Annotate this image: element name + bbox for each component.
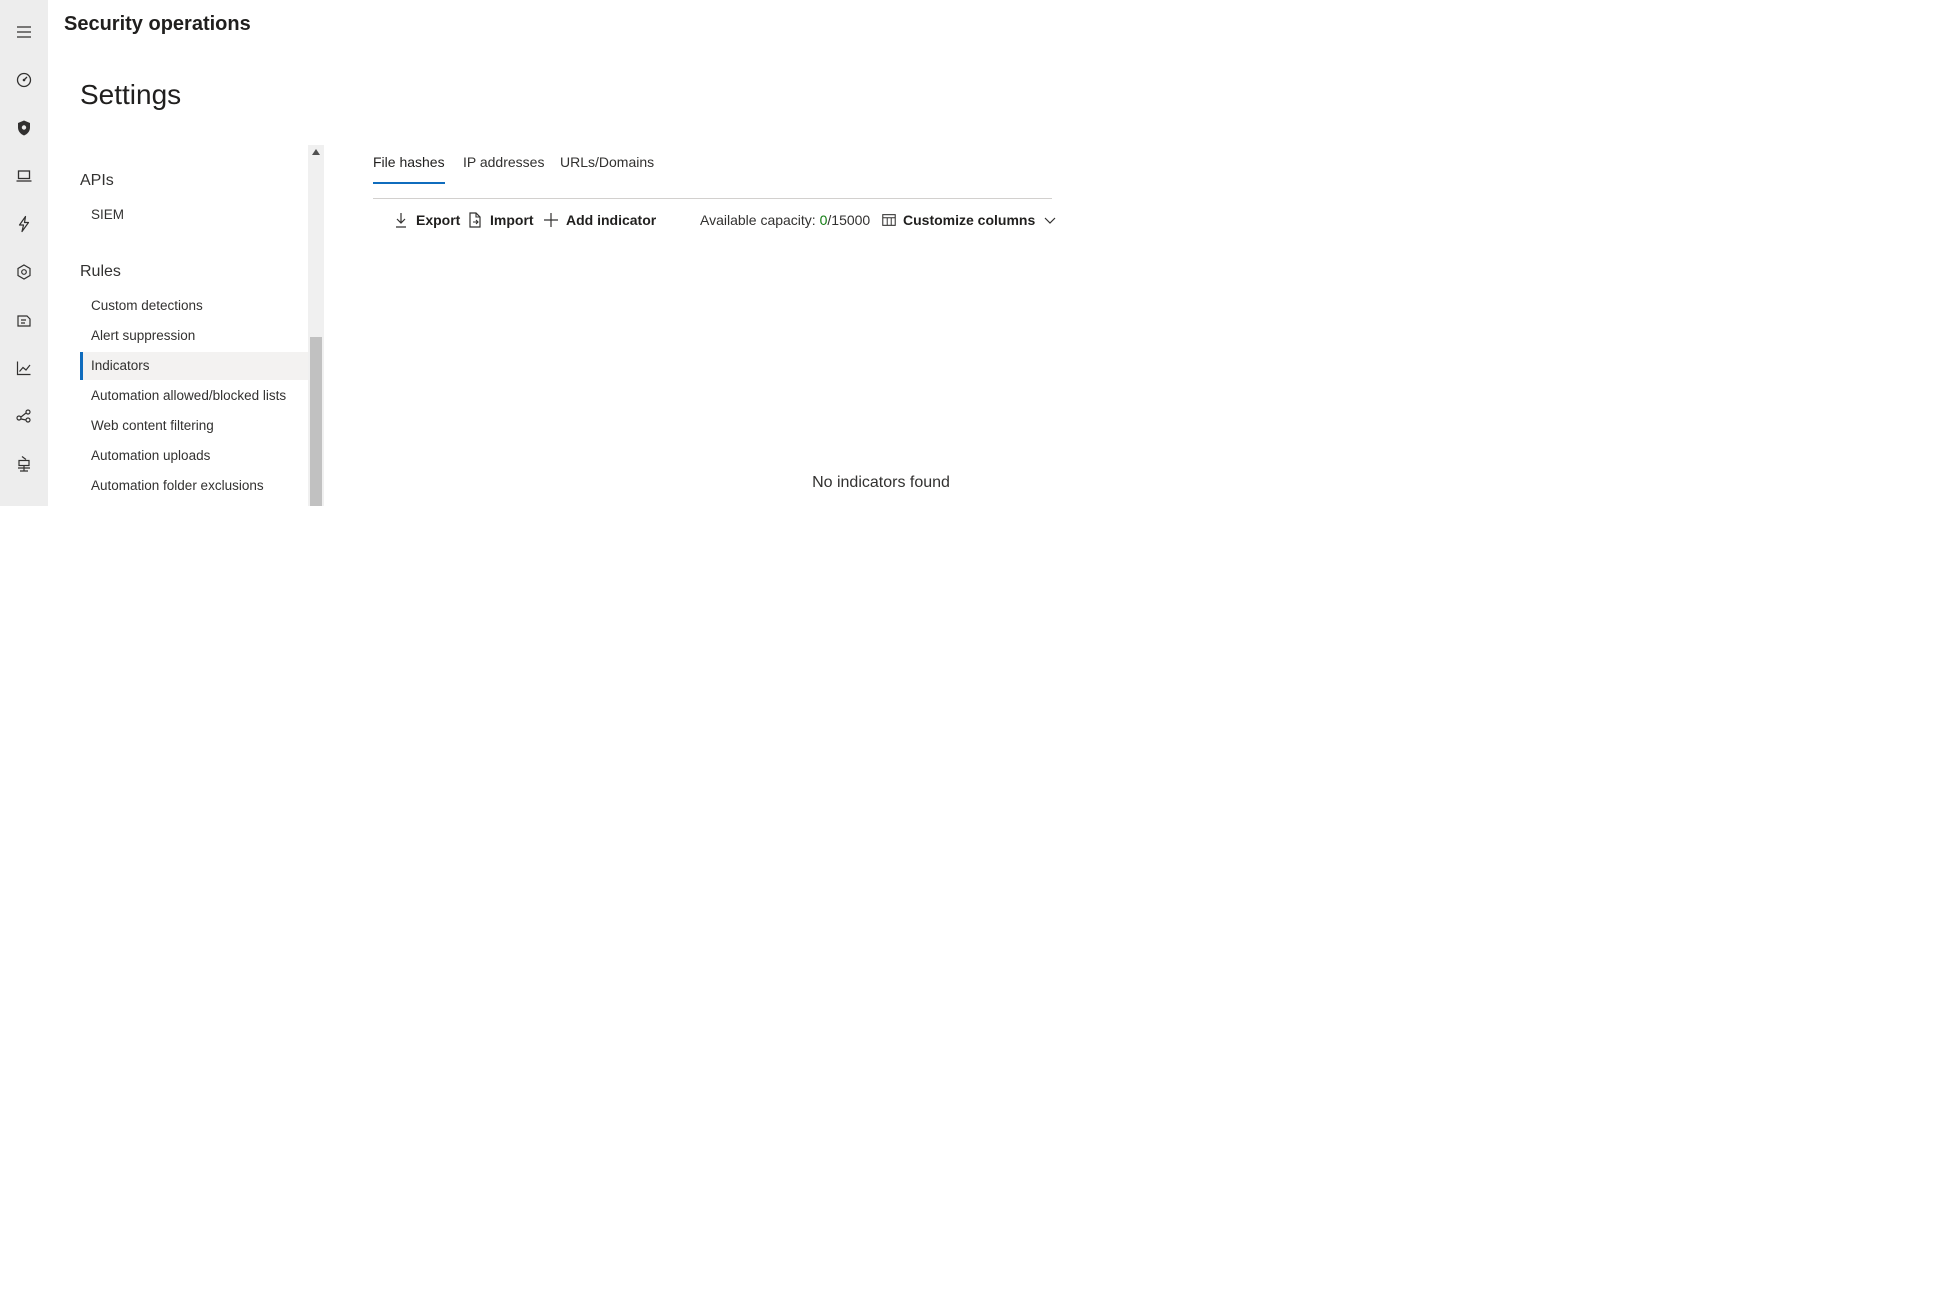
capacity-total: /15000: [827, 212, 871, 228]
nav-item-automation-uploads[interactable]: Automation uploads: [80, 442, 308, 470]
import-button[interactable]: Import: [466, 208, 534, 232]
nav-group-rules-title: Rules: [80, 263, 121, 280]
nav-item-web-content-filtering[interactable]: Web content filtering: [80, 412, 308, 440]
share-icon[interactable]: [8, 400, 40, 432]
tab-file-hashes[interactable]: File hashes: [373, 150, 445, 184]
nav-group-apis-title: APIs: [80, 172, 114, 189]
nav-item-custom-detections[interactable]: Custom detections: [80, 292, 308, 320]
bolt-icon[interactable]: [8, 208, 40, 240]
dashboard-icon[interactable]: [8, 64, 40, 96]
package-icon[interactable]: [8, 304, 40, 336]
page-title: Settings: [80, 79, 182, 110]
empty-state-message: No indicators found: [812, 474, 950, 491]
shield-icon[interactable]: [8, 112, 40, 144]
menu-icon[interactable]: [8, 16, 40, 48]
nav-item-automation-folder-exclusions[interactable]: Automation folder exclusions: [80, 472, 308, 500]
chart-icon[interactable]: [8, 352, 40, 384]
settings-nav-scrollbar[interactable]: [308, 145, 324, 506]
export-button[interactable]: Export: [392, 208, 460, 232]
capacity-label: Available capacity:: [700, 212, 816, 228]
export-label: Export: [416, 212, 461, 228]
tab-ip-addresses[interactable]: IP addresses: [463, 150, 544, 184]
available-capacity: Available capacity: 0/15000: [700, 208, 870, 232]
plus-icon: [544, 213, 558, 227]
customize-columns-label: Customize columns: [903, 212, 1036, 228]
toolbar-divider: [373, 198, 1052, 199]
nav-item-siem[interactable]: SIEM: [80, 201, 308, 229]
settings-nav: APIs SIEM Rules Custom detections Alert …: [80, 145, 308, 506]
add-indicator-label: Add indicator: [566, 212, 657, 228]
app-title: Security operations: [64, 13, 251, 35]
hexagon-icon[interactable]: [8, 256, 40, 288]
chevron-down-icon: [1044, 217, 1056, 224]
nav-item-indicators[interactable]: Indicators: [80, 352, 308, 380]
left-rail: [0, 0, 48, 506]
add-indicator-button[interactable]: Add indicator: [542, 208, 656, 232]
laptop-icon[interactable]: [8, 160, 40, 192]
robot-icon[interactable]: [8, 448, 40, 480]
nav-item-alert-suppression[interactable]: Alert suppression: [80, 322, 308, 350]
columns-icon: [882, 214, 896, 226]
scrollbar-thumb[interactable]: [310, 337, 322, 506]
customize-columns-button[interactable]: Customize columns: [881, 208, 1057, 232]
indicators-toolbar: Export Import Add indicator Available ca…: [390, 208, 1056, 232]
scroll-up-arrow-icon[interactable]: [308, 145, 324, 159]
download-icon: [396, 213, 406, 228]
tab-urls-domains[interactable]: URLs/Domains: [560, 150, 654, 184]
nav-item-automation-allowed-blocked-lists[interactable]: Automation allowed/blocked lists: [80, 382, 308, 410]
app-shell: Security operations Settings APIs SIEM R…: [0, 0, 1944, 506]
import-label: Import: [490, 212, 534, 228]
import-file-icon: [469, 212, 481, 228]
